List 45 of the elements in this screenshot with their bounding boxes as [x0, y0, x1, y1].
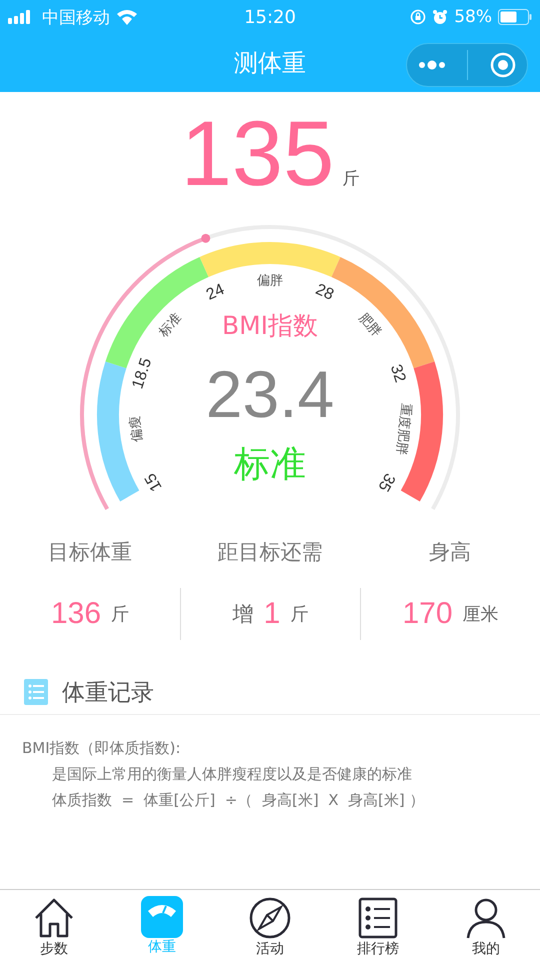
tick-label: 35	[374, 470, 398, 494]
weight-unit: 斤	[342, 168, 360, 190]
band-label: 肥胖	[355, 310, 384, 340]
stat-unit: 斤	[290, 603, 308, 626]
status-time: 15:20	[244, 6, 296, 28]
band-label: 偏胖	[257, 274, 283, 289]
bmi-value: 23.4	[206, 357, 334, 431]
note-heading: BMI指数（即体质指数):	[22, 738, 182, 759]
alarm-icon	[432, 9, 448, 25]
note-text: 是国际上常用的衡量人体胖瘦程度以及是否健康的标准	[51, 764, 413, 785]
wifi-icon	[116, 9, 138, 25]
stat-unit: 斤	[111, 603, 130, 626]
carrier-name: 中国移动	[42, 6, 110, 28]
stat-value: 136	[50, 597, 102, 631]
page-title: 测体重	[234, 48, 306, 79]
tab-item[interactable]: 活动	[216, 890, 324, 960]
stat-prefix: 增	[232, 601, 254, 628]
gauge-title: BMI指数	[222, 311, 318, 340]
rotation-lock-icon	[410, 9, 426, 25]
weight-value: 135	[180, 106, 334, 202]
tab-item[interactable]: 我的	[432, 890, 540, 960]
battery-percent: 58%	[454, 7, 492, 27]
tab-item[interactable]: 排行榜	[324, 890, 432, 960]
stat-label: 目标体重	[48, 539, 132, 566]
bmi-category: 标准	[234, 444, 306, 485]
note-text: 体质指数 = 体重[公斤] ÷（ 身高[米] X 身高[米] ）	[51, 790, 426, 811]
progress-dot	[201, 234, 210, 243]
person-icon	[464, 896, 508, 940]
battery-icon	[498, 9, 532, 25]
section-title: 体重记录	[62, 678, 154, 708]
tab-item[interactable]: 步数	[0, 890, 108, 960]
stat-value: 1	[264, 597, 280, 631]
list-icon	[24, 679, 48, 705]
tick-label: 28	[313, 280, 336, 304]
stat-unit: 厘米	[462, 603, 499, 626]
scale-icon	[141, 896, 183, 938]
tick-label: 24	[204, 280, 227, 304]
more-icon[interactable]	[418, 60, 446, 70]
band-label: 重度肥胖	[393, 402, 414, 456]
stat-label: 距目标还需	[218, 539, 322, 566]
ranking-icon	[356, 896, 400, 940]
stat-value: 170	[402, 597, 453, 631]
tick-label: 32	[386, 362, 408, 385]
compass-icon	[248, 896, 292, 940]
stat-label: 身高	[429, 539, 471, 566]
